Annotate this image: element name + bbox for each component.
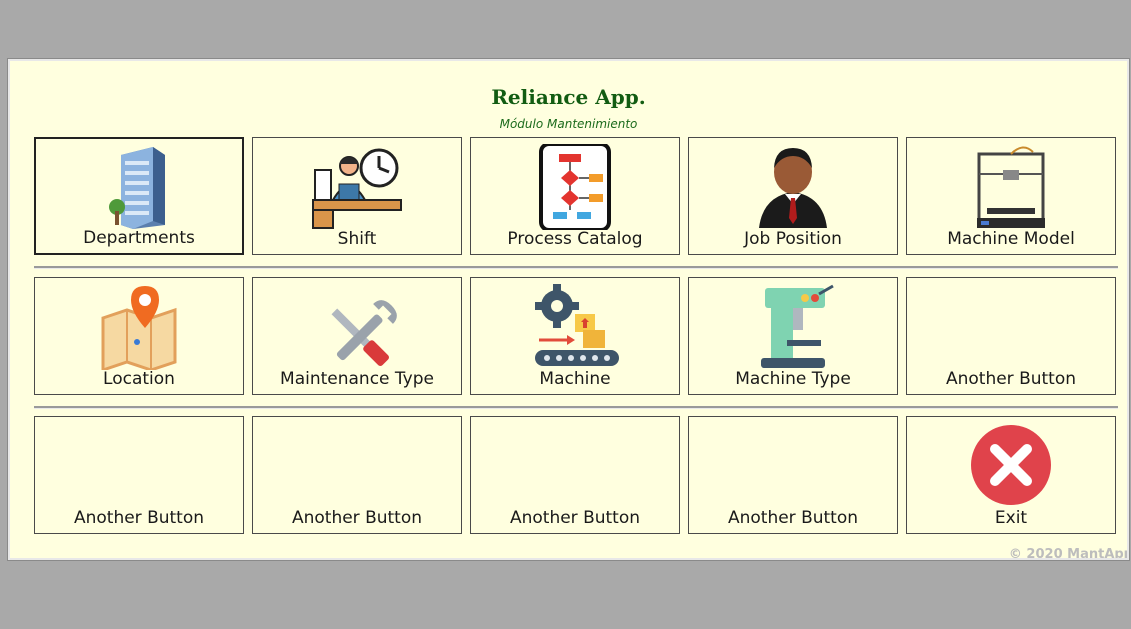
conveyor-gear-icon <box>535 284 619 366</box>
departments-label: Departments <box>83 228 195 248</box>
process-catalog-button[interactable]: Process Catalog <box>470 137 680 255</box>
button-row-3: Another Button Another Button Another Bu… <box>34 416 1122 536</box>
another-button-r3-c1[interactable]: Another Button <box>34 416 244 534</box>
businessman-icon <box>759 148 827 228</box>
shift-label: Shift <box>337 229 377 249</box>
machine-type-label: Machine Type <box>735 369 851 389</box>
building-icon <box>109 147 165 229</box>
machine-type-button[interactable]: Machine Type <box>688 277 898 395</box>
app-title: Reliance App. <box>491 85 646 109</box>
maintenance-type-label: Maintenance Type <box>280 369 434 389</box>
departments-button[interactable]: Departments <box>34 137 244 255</box>
button-row-1: Departments Shift Process Catalog Job Po… <box>34 137 1122 257</box>
job-position-button[interactable]: Job Position <box>688 137 898 255</box>
shift-button[interactable]: Shift <box>252 137 462 255</box>
another-button-r2-c5[interactable]: Another Button <box>906 277 1116 395</box>
wrench-screwdriver-icon <box>331 300 397 366</box>
machine-model-label: Machine Model <box>947 229 1075 249</box>
exit-x-icon <box>971 425 1051 505</box>
row-divider-2 <box>34 406 1118 409</box>
another-button-label: Another Button <box>509 508 641 528</box>
worker-clock-icon <box>312 148 402 229</box>
location-label: Location <box>103 369 175 389</box>
map-pin-icon <box>101 286 177 370</box>
exit-label: Exit <box>994 508 1028 528</box>
main-window: Reliance App. Módulo Mantenimiento Depar… <box>8 59 1129 560</box>
machine-model-button[interactable]: Machine Model <box>906 137 1116 255</box>
location-button[interactable]: Location <box>34 277 244 395</box>
3d-printer-icon <box>977 146 1045 228</box>
copyright-text: © 2020 MantApp <box>1008 547 1129 560</box>
another-button-r3-c4[interactable]: Another Button <box>688 416 898 534</box>
exit-button[interactable]: Exit <box>906 416 1116 534</box>
flowchart-icon <box>539 144 611 230</box>
another-button-r3-c3[interactable]: Another Button <box>470 416 680 534</box>
job-position-label: Job Position <box>744 229 842 249</box>
another-button-label: Another Button <box>727 508 859 528</box>
process-catalog-label: Process Catalog <box>507 229 643 249</box>
maintenance-type-button[interactable]: Maintenance Type <box>252 277 462 395</box>
app-subtitle: Módulo Mantenimiento <box>499 117 638 131</box>
another-button-r3-c2[interactable]: Another Button <box>252 416 462 534</box>
another-button-label: Another Button <box>945 369 1077 389</box>
row-divider-1 <box>34 266 1118 269</box>
drill-press-icon <box>761 284 834 368</box>
machine-label: Machine <box>539 369 611 389</box>
button-row-2: Location Maintenance Type Machine Machin… <box>34 277 1122 397</box>
machine-button[interactable]: Machine <box>470 277 680 395</box>
another-button-label: Another Button <box>291 508 423 528</box>
another-button-label: Another Button <box>73 508 205 528</box>
